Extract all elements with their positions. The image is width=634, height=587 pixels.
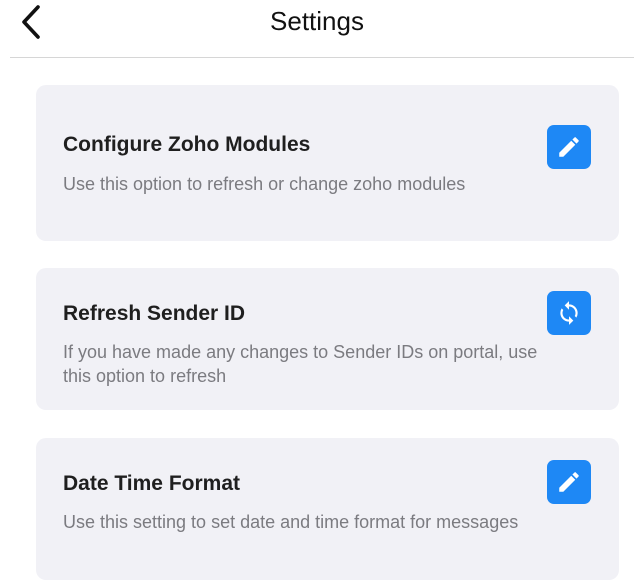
header-divider	[10, 57, 634, 58]
edit-zoho-modules-button[interactable]	[547, 125, 591, 169]
page-title: Settings	[270, 6, 364, 36]
card-configure-zoho-modules: Configure Zoho Modules Use this option t…	[36, 85, 619, 241]
card-refresh-sender-id: Refresh Sender ID If you have made any c…	[36, 268, 619, 410]
pencil-icon	[559, 137, 579, 157]
card-description: If you have made any changes to Sender I…	[63, 342, 538, 386]
card-date-time-format: Date Time Format Use this setting to set…	[36, 438, 619, 580]
card-description: Use this option to refresh or change zoh…	[63, 174, 466, 194]
pencil-icon	[559, 472, 579, 492]
card-title: Configure Zoho Modules	[63, 133, 311, 156]
edit-date-time-format-button[interactable]	[547, 460, 591, 504]
refresh-icon	[560, 301, 578, 325]
refresh-sender-id-button[interactable]	[547, 291, 591, 335]
header-bar: Settings	[0, 0, 634, 57]
card-description: Use this setting to set date and time fo…	[63, 512, 519, 532]
card-title: Refresh Sender ID	[63, 302, 246, 325]
card-title: Date Time Format	[63, 472, 240, 495]
